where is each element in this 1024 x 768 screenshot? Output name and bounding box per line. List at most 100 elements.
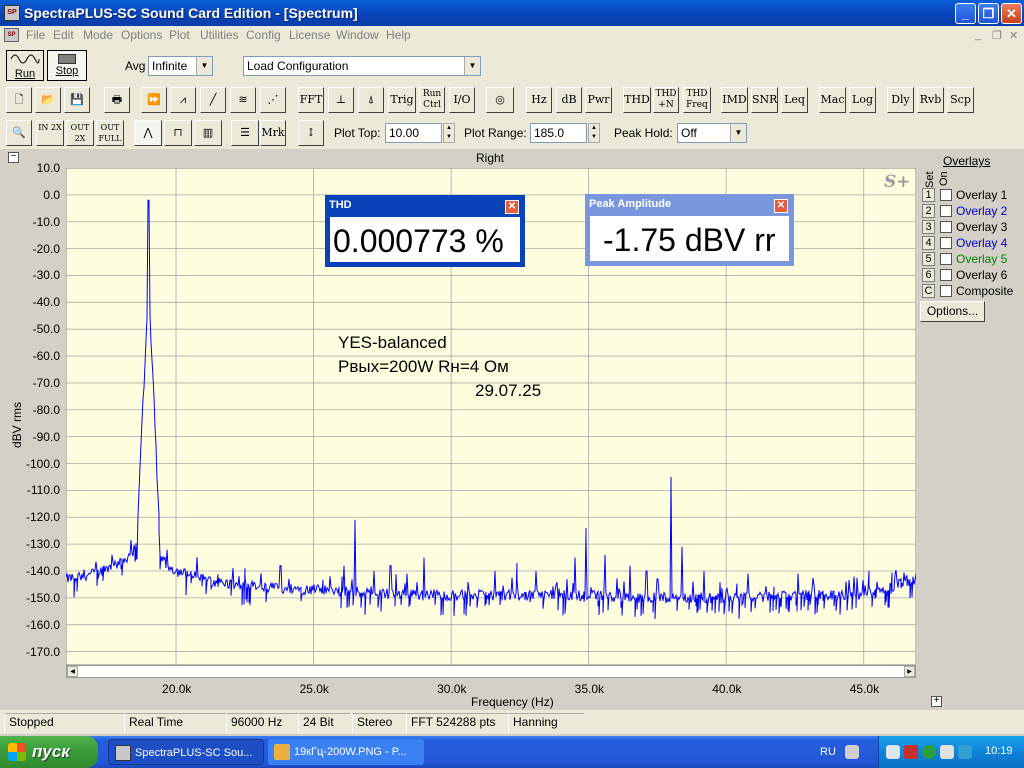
legend-icon[interactable]: ☰ [231,120,259,146]
spectrogram-icon[interactable]: ≋ [230,87,256,113]
zoom-in-2x-button[interactable]: IN 2X [36,120,64,146]
keyboard-icon[interactable] [845,745,859,759]
marker-button[interactable]: Mrk [260,120,286,146]
run-button[interactable]: Run [6,50,44,81]
ramp-icon[interactable]: ╱ [200,87,226,113]
zoom-icon[interactable]: 🔍 [6,120,32,146]
log-button[interactable]: Log [849,87,876,113]
close-button[interactable]: ✕ [1001,3,1022,24]
restore-button[interactable]: ❐ [978,3,999,24]
overlay-options-button[interactable]: Options... [920,301,985,322]
plot-range-spinner[interactable]: ▲ ▼ [588,123,600,143]
print-icon[interactable]: 🖶 [104,87,130,113]
mdi-restore-button[interactable]: ❐ [992,29,1002,42]
spectrum-icon[interactable]: ⩘ [170,87,196,113]
overlay-checkbox[interactable] [940,285,952,297]
overlay-set-button[interactable]: 6 [922,268,935,282]
overlay-checkbox[interactable] [940,205,952,217]
peak-hold-select[interactable]: Off ▼ [677,123,747,143]
oscillator-icon[interactable]: ◎ [486,87,514,113]
menu-plot[interactable]: Plot [169,28,190,42]
scroll-right-icon[interactable]: ▶ [904,666,915,677]
network-icon[interactable] [886,745,900,759]
run-ctrl-button[interactable]: Run Ctrl [419,87,445,113]
menu-help[interactable]: Help [386,28,411,42]
thd-freq-button[interactable]: THD Freq [683,87,711,113]
close-icon[interactable]: ✕ [505,200,519,214]
mac-button[interactable]: Mac [819,87,846,113]
document-icon[interactable]: SP [4,28,19,42]
pwr-button[interactable]: Pwr [585,87,612,113]
menu-window[interactable]: Window [336,28,379,42]
menu-options[interactable]: Options [121,28,162,42]
dly-button[interactable]: Dly [887,87,914,113]
step-plot-icon[interactable]: ⊓ [164,120,192,146]
start-button[interactable]: пуск [0,736,98,768]
save-icon[interactable]: 💾 [64,87,90,113]
stop-button[interactable]: Stop [47,50,87,81]
overlay-set-button[interactable]: 3 [922,220,935,234]
messenger-icon[interactable] [958,745,972,759]
zoom-out-2x-button[interactable]: OUT 2X [66,120,94,146]
config-select[interactable]: Load Configuration ▼ [243,56,481,76]
plot-range-input[interactable]: 185.0 [530,123,587,143]
open-folder-icon[interactable]: 📂 [35,87,61,113]
chevron-down-icon[interactable]: ▼ [196,57,212,75]
overlay-set-button[interactable]: 2 [922,204,935,218]
plot-top-spinner[interactable]: ▲ ▼ [443,123,455,143]
peak-amplitude-window[interactable]: Peak Amplitude ✕ -1.75 dBV rr [585,194,794,266]
thd-meter-window[interactable]: THD ✕ 0.000773 % [325,195,525,267]
language-indicator[interactable]: RU [820,746,836,758]
plot-top-input[interactable]: 10.00 [385,123,442,143]
leq-button[interactable]: Leq [781,87,808,113]
rvb-button[interactable]: Rvb [917,87,944,113]
thd-n-button[interactable]: THD +N [653,87,679,113]
overlay-set-button[interactable]: 4 [922,236,935,250]
waterfall-icon[interactable]: ⋰ [260,87,286,113]
overlay-checkbox[interactable] [940,253,952,265]
volume-icon[interactable] [940,745,954,759]
menu-edit[interactable]: Edit [53,28,74,42]
overlay-set-button[interactable]: C [922,284,935,298]
overlay-checkbox[interactable] [940,237,952,249]
scale-icon[interactable]: ⊥ [328,87,354,113]
io-button[interactable]: I/O [449,87,475,113]
thd-button[interactable]: THD [623,87,651,113]
imd-button[interactable]: IMD [721,87,748,113]
title-bar[interactable]: SP SpectraPLUS-SC Sound Card Edition - [… [0,0,1024,26]
menu-mode[interactable]: Mode [83,28,113,42]
trig-button[interactable]: Trig [388,87,416,113]
menu-config[interactable]: Config [246,28,281,42]
menu-file[interactable]: File [26,28,45,42]
taskbar-item-spectraplus[interactable]: SpectraPLUS-SC Sou... [108,739,264,765]
security-icon[interactable] [904,745,918,759]
plot-scrollbar[interactable]: ◀ ▶ [66,665,916,678]
hz-button[interactable]: Hz [526,87,552,113]
app-icon[interactable]: SP [4,5,20,21]
minimize-button[interactable]: _ [955,3,976,24]
update-icon[interactable] [922,745,936,759]
autoscale-icon[interactable]: ↕ [298,120,324,146]
expand-icon[interactable]: + [931,696,942,707]
close-icon[interactable]: ✕ [774,199,788,213]
mdi-minimize-button[interactable]: _ [975,29,981,41]
taskbar-item-paint[interactable]: 19кГц-200W.PNG - P... [268,739,424,765]
overlay-checkbox[interactable] [940,189,952,201]
zoom-out-full-button[interactable]: OUT FULL [96,120,124,146]
overlay-set-button[interactable]: 5 [922,252,935,266]
filter-icon[interactable]: ⍋ [358,87,384,113]
overlay-set-button[interactable]: 1 [922,188,935,202]
fft-button[interactable]: FFT [298,87,324,113]
snr-button[interactable]: SNR [751,87,778,113]
line-plot-icon[interactable]: ⋀ [134,120,162,146]
overlay-checkbox[interactable] [940,269,952,281]
fast-forward-icon[interactable]: ⏩ [141,87,167,113]
menu-utilities[interactable]: Utilities [200,28,239,42]
overlay-checkbox[interactable] [940,221,952,233]
chevron-down-icon[interactable]: ▼ [464,57,480,75]
chevron-down-icon[interactable]: ▼ [730,124,746,142]
db-button[interactable]: dB [556,87,582,113]
scp-button[interactable]: Scp [947,87,974,113]
new-file-icon[interactable]: 🗋 [6,87,32,113]
mdi-close-button[interactable]: ✕ [1009,29,1018,42]
